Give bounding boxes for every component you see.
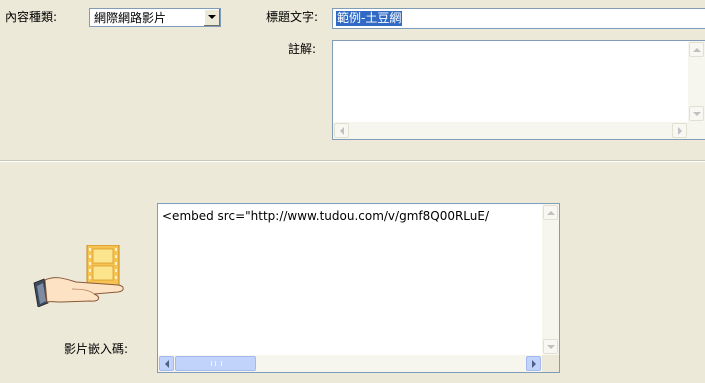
arrow-up-icon — [546, 210, 555, 215]
embed-horizontal-scrollbar[interactable] — [158, 355, 542, 372]
arrow-left-icon — [339, 126, 344, 135]
scroll-right-button[interactable] — [526, 356, 541, 371]
title-input[interactable]: 範例-土豆網 — [332, 8, 705, 29]
arrow-right-icon — [531, 359, 536, 368]
embed-vertical-scrollbar[interactable] — [542, 204, 559, 355]
scroll-up-button[interactable] — [543, 205, 558, 220]
grip-icon — [211, 361, 222, 366]
scroll-thumb[interactable] — [175, 356, 256, 371]
scroll-right-button[interactable] — [672, 123, 687, 138]
scroll-down-button[interactable] — [689, 106, 704, 121]
note-textarea[interactable] — [332, 40, 705, 140]
scroll-left-button[interactable] — [159, 356, 174, 371]
note-label: 註解: — [288, 42, 317, 56]
chevron-down-icon[interactable] — [203, 9, 220, 26]
scroll-down-button[interactable] — [543, 339, 558, 354]
title-input-value: 範例-土豆網 — [336, 11, 403, 26]
arrow-down-icon — [546, 344, 555, 349]
arrow-down-icon — [692, 111, 701, 116]
embed-code-label: 影片嵌入碼: — [64, 342, 129, 356]
scrollbar-corner — [542, 355, 559, 372]
section-divider — [0, 160, 705, 162]
scroll-up-button[interactable] — [689, 42, 704, 57]
arrow-left-icon — [164, 359, 169, 368]
note-vertical-scrollbar[interactable] — [688, 41, 705, 122]
content-type-value: 網際網路影片 — [94, 11, 167, 25]
content-type-select[interactable]: 網際網路影片 — [89, 8, 221, 27]
arrow-up-icon — [692, 47, 701, 52]
title-label: 標題文字: — [266, 10, 319, 24]
scroll-left-button[interactable] — [334, 123, 349, 138]
note-horizontal-scrollbar[interactable] — [333, 122, 705, 139]
arrow-right-icon — [677, 126, 682, 135]
embed-code-value: <embed src="http://www.tudou.com/v/gmf8Q… — [162, 209, 489, 223]
hand-holding-film-icon — [33, 245, 124, 307]
embed-code-textarea[interactable]: <embed src="http://www.tudou.com/v/gmf8Q… — [157, 203, 560, 373]
content-type-label: 內容種類: — [5, 10, 58, 24]
